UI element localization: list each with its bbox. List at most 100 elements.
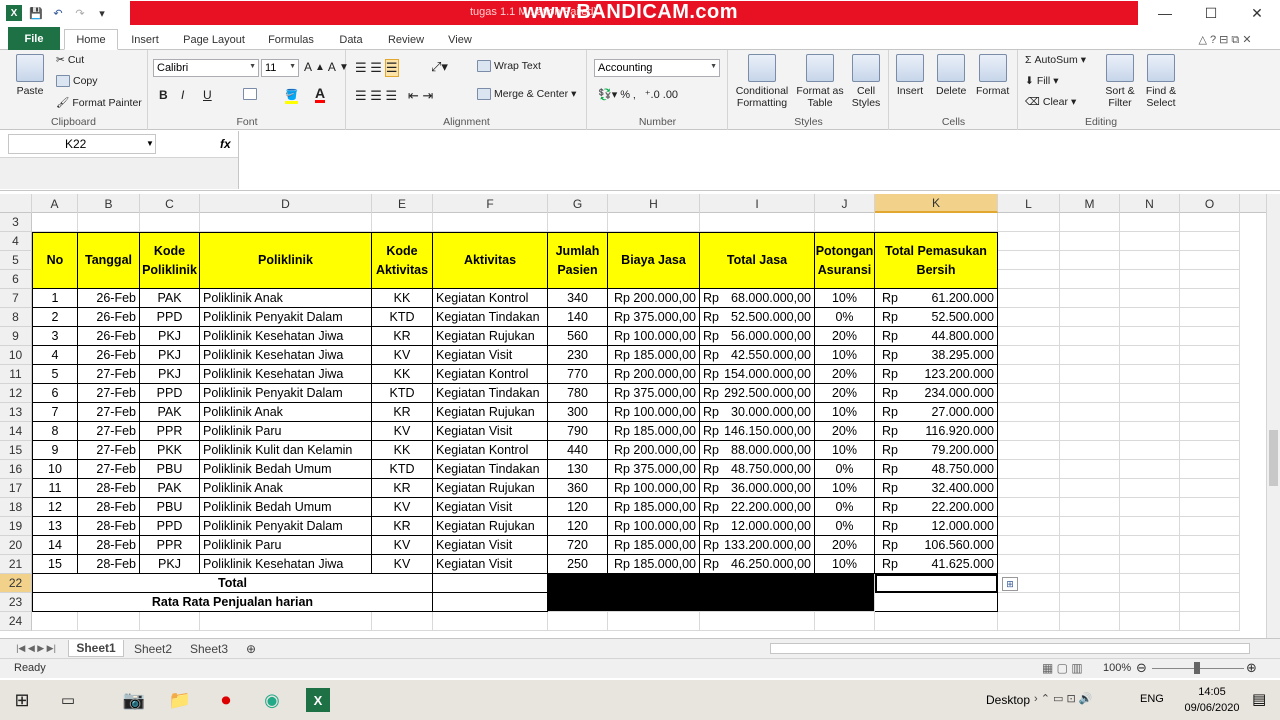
data-cell[interactable]: PBU — [140, 498, 200, 517]
data-cell[interactable]: KV — [372, 346, 433, 365]
data-cell[interactable]: Poliklinik Kulit dan Kelamin — [200, 441, 372, 460]
fill-color-button[interactable]: 🪣 — [285, 88, 299, 104]
empty-cell[interactable] — [1060, 289, 1120, 308]
data-cell[interactable]: Poliklinik Kesehatan Jiwa — [200, 365, 372, 384]
data-cell[interactable]: 6 — [32, 384, 78, 403]
empty-cell[interactable] — [372, 612, 433, 631]
font-name-combo[interactable]: Calibri ▼ — [153, 59, 259, 77]
empty-cell[interactable] — [1180, 536, 1240, 555]
quick-analysis-icon[interactable]: ⊞ — [1002, 577, 1018, 591]
column-header-a[interactable]: A — [32, 194, 78, 213]
column-header-i[interactable]: I — [700, 194, 815, 213]
header-cell-kode-akt[interactable]: Kode Aktivitas — [372, 232, 433, 289]
data-cell[interactable]: 27-Feb — [78, 460, 140, 479]
view-buttons[interactable]: ▦ ▢ ▥ — [1042, 661, 1083, 675]
redo-icon[interactable]: ↷ — [72, 5, 88, 21]
data-cell[interactable]: Poliklinik Kesehatan Jiwa — [200, 346, 372, 365]
vertical-scrollbar[interactable] — [1266, 194, 1280, 638]
sort-filter-button[interactable]: Sort & Filter — [1103, 54, 1137, 109]
empty-cell[interactable] — [998, 517, 1060, 536]
empty-cell[interactable] — [815, 213, 875, 232]
total-jasa-cell[interactable]: Rp 146.150.000,00 — [700, 422, 815, 441]
sheet-tab-sheet3[interactable]: Sheet3 — [184, 640, 234, 657]
data-cell[interactable]: Kegiatan Rujukan — [433, 479, 548, 498]
pemasukan-bersih-cell[interactable]: Rp 27.000.000 — [875, 403, 998, 422]
minimize-icon[interactable]: — — [1142, 0, 1188, 26]
data-cell[interactable]: Kegiatan Visit — [433, 346, 548, 365]
tab-file[interactable]: File — [8, 27, 60, 50]
empty-cell[interactable] — [1180, 593, 1240, 612]
data-cell[interactable]: Poliklinik Penyakit Dalam — [200, 517, 372, 536]
empty-cell[interactable] — [700, 612, 815, 631]
empty-cell[interactable] — [700, 213, 815, 232]
pemasukan-bersih-cell[interactable]: Rp 116.920.000 — [875, 422, 998, 441]
empty-cell[interactable] — [998, 384, 1060, 403]
tray-icons[interactable]: › ⌃ ▭ ⊡ 🔊 — [1034, 692, 1092, 705]
empty-cell[interactable] — [815, 612, 875, 631]
total-jasa-cell[interactable]: Rp 22.200.000,00 — [700, 498, 815, 517]
name-box[interactable]: K22 — [8, 134, 156, 154]
header-cell-kode-poli[interactable]: Kode Poliklinik — [140, 232, 200, 289]
task-view-icon[interactable]: ▭ — [56, 688, 80, 712]
data-cell[interactable]: 440 — [548, 441, 608, 460]
zoom-slider-thumb[interactable] — [1194, 662, 1200, 674]
data-cell[interactable]: PAK — [140, 289, 200, 308]
data-cell[interactable]: Poliklinik Paru — [200, 422, 372, 441]
empty-cell[interactable] — [608, 612, 700, 631]
empty-cell[interactable] — [998, 327, 1060, 346]
data-cell[interactable]: Rp 100.000,00 — [608, 327, 700, 346]
empty-cell[interactable] — [32, 612, 78, 631]
cell-k23[interactable] — [875, 593, 998, 612]
pemasukan-bersih-cell[interactable]: Rp 52.500.000 — [875, 308, 998, 327]
row-header-12[interactable]: 12 — [0, 384, 32, 403]
empty-cell[interactable] — [1120, 289, 1180, 308]
data-cell[interactable]: 28-Feb — [78, 479, 140, 498]
cut-button[interactable]: ✂ Cut — [56, 54, 84, 66]
empty-cell[interactable] — [1120, 574, 1180, 593]
row-header-24[interactable]: 24 — [0, 612, 32, 631]
row-header-10[interactable]: 10 — [0, 346, 32, 365]
data-cell[interactable]: Poliklinik Penyakit Dalam — [200, 384, 372, 403]
italic-button[interactable]: I — [181, 88, 184, 102]
empty-cell[interactable] — [998, 251, 1060, 270]
conditional-formatting-button[interactable]: Conditional Formatting — [733, 54, 791, 109]
maximize-icon[interactable]: ☐ — [1188, 0, 1234, 26]
empty-cell[interactable] — [1060, 536, 1120, 555]
bold-button[interactable]: B — [159, 88, 168, 102]
empty-cell[interactable] — [1060, 517, 1120, 536]
data-cell[interactable]: Kegiatan Rujukan — [433, 403, 548, 422]
underline-button[interactable]: U — [203, 88, 212, 102]
row-header-14[interactable]: 14 — [0, 422, 32, 441]
data-cell[interactable]: 27-Feb — [78, 384, 140, 403]
data-cell[interactable]: 12 — [32, 498, 78, 517]
chevron-down-icon[interactable]: ▼ — [146, 139, 154, 148]
data-cell[interactable]: 28-Feb — [78, 555, 140, 574]
data-cell[interactable]: 15 — [32, 555, 78, 574]
empty-cell[interactable] — [1120, 403, 1180, 422]
data-cell[interactable]: Kegiatan Kontrol — [433, 365, 548, 384]
empty-cell[interactable] — [998, 422, 1060, 441]
total-jasa-cell[interactable]: Rp 12.000.000,00 — [700, 517, 815, 536]
row-header-19[interactable]: 19 — [0, 517, 32, 536]
total-jasa-cell[interactable]: Rp 133.200.000,00 — [700, 536, 815, 555]
orientation-button[interactable]: ⤢▾ — [431, 59, 448, 75]
data-cell[interactable]: 27-Feb — [78, 441, 140, 460]
clear-button[interactable]: ⌫ Clear ▾ — [1025, 96, 1076, 108]
row-header-15[interactable]: 15 — [0, 441, 32, 460]
empty-cell[interactable] — [1060, 232, 1120, 251]
data-cell[interactable]: PPD — [140, 308, 200, 327]
empty-cell[interactable] — [998, 270, 1060, 289]
empty-cell[interactable] — [1060, 593, 1120, 612]
tab-view[interactable]: View — [440, 29, 480, 50]
header-cell-potongan[interactable]: Potongan Asuransi — [815, 232, 875, 289]
pemasukan-bersih-cell[interactable]: Rp 234.000.000 — [875, 384, 998, 403]
data-cell[interactable]: Poliklinik Bedah Umum — [200, 460, 372, 479]
row-header-21[interactable]: 21 — [0, 555, 32, 574]
row-header-20[interactable]: 20 — [0, 536, 32, 555]
camera-app-icon[interactable]: 📷 — [122, 688, 146, 712]
new-sheet-icon[interactable]: ⊕ — [240, 640, 262, 657]
number-format-buttons[interactable]: 💱▾ % ‚ ⁺.0 .00 — [598, 88, 678, 101]
potongan-cell[interactable]: 0% — [815, 308, 875, 327]
data-cell[interactable]: 4 — [32, 346, 78, 365]
zoom-in-icon[interactable]: ⊕ — [1246, 660, 1257, 676]
